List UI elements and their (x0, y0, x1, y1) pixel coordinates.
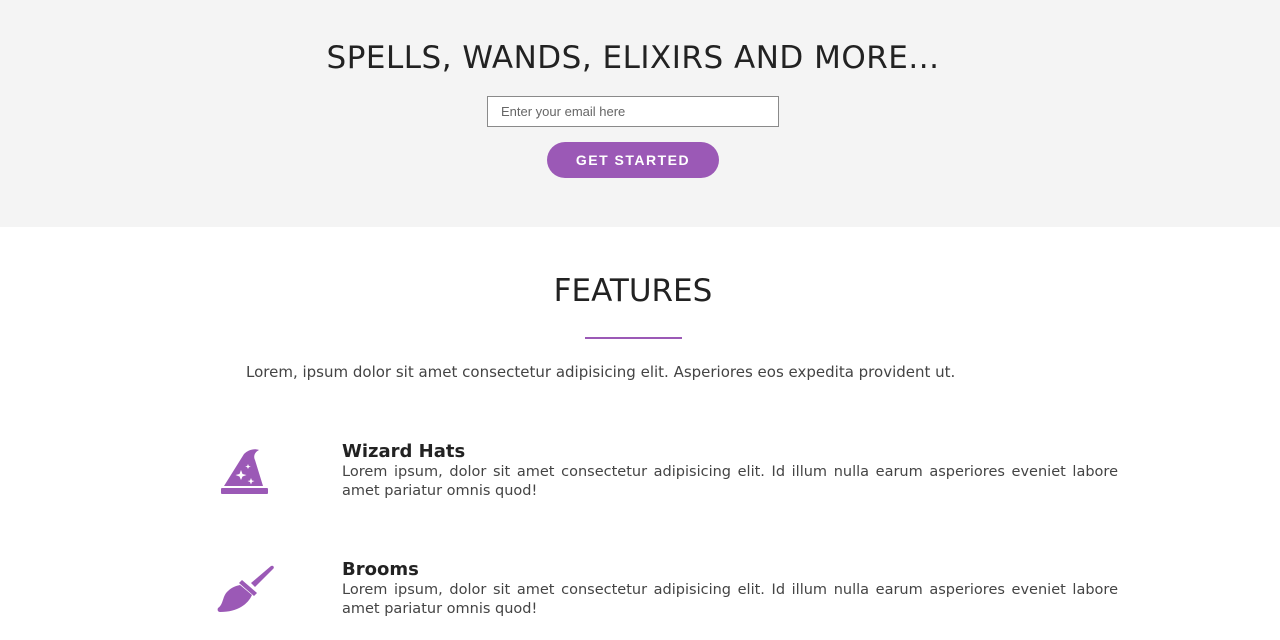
hero-section: SPELLS, WANDS, ELIXIRS AND MORE... GET S… (0, 0, 1280, 227)
wizard-hat-icon (221, 449, 268, 494)
features-intro: Lorem, ipsum dolor sit amet consectetur … (246, 363, 956, 381)
title-divider (585, 337, 682, 339)
broom-icon (217, 565, 274, 612)
features-title: FEATURES (553, 273, 713, 309)
email-input[interactable] (487, 96, 779, 127)
feature-name: Brooms (342, 559, 419, 580)
feature-description: Lorem ipsum, dolor sit amet consectetur … (342, 464, 1118, 499)
feature-name: Wizard Hats (342, 441, 466, 462)
hero-title: SPELLS, WANDS, ELIXIRS AND MORE... (326, 40, 940, 76)
feature-description: Lorem ipsum, dolor sit amet consectetur … (342, 582, 1118, 617)
get-started-button[interactable]: GET STARTED (547, 142, 719, 178)
